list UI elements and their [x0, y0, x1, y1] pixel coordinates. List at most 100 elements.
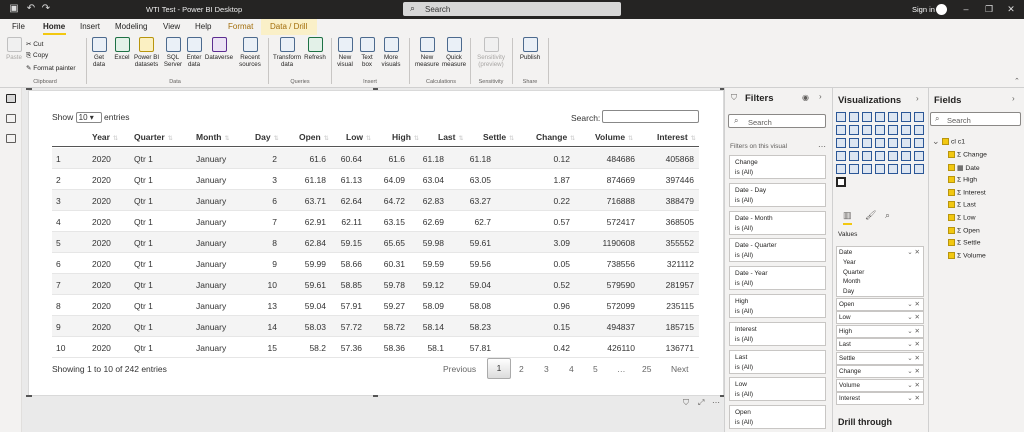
- checkbox-icon[interactable]: [948, 151, 955, 158]
- filter-card[interactable]: Date - Month is (All): [729, 210, 826, 235]
- visual-type-icon[interactable]: [888, 125, 898, 135]
- filter-card[interactable]: Low is (All): [729, 377, 826, 402]
- pagination-previous[interactable]: Previous: [443, 364, 476, 374]
- field-item[interactable]: Σ Low: [948, 214, 976, 221]
- value-well[interactable]: Last ⌄ ✕: [836, 338, 924, 351]
- col-header-last[interactable]: Last ⇅: [438, 132, 464, 142]
- col-header-day[interactable]: Day ⇅: [255, 132, 279, 142]
- col-header-open[interactable]: Open ⇅: [299, 132, 329, 142]
- pagination-page[interactable]: 5: [593, 364, 598, 374]
- remove-field-icon[interactable]: ⌄ ✕: [907, 367, 920, 375]
- sql-server-button[interactable]: SQL Server: [162, 37, 184, 68]
- pagination-page-current[interactable]: 1: [487, 358, 511, 379]
- visual-type-icon[interactable]: [901, 151, 911, 161]
- field-item[interactable]: Σ Settle: [948, 239, 980, 246]
- col-header-high[interactable]: High ⇅: [392, 132, 419, 142]
- visual-type-icon[interactable]: [836, 151, 846, 161]
- tab-file[interactable]: File: [12, 22, 25, 31]
- quick-measure-button[interactable]: Quick measure: [442, 37, 466, 68]
- col-header-year[interactable]: Year ⇅: [92, 132, 118, 142]
- visual-type-icon[interactable]: [875, 164, 885, 174]
- visual-type-icon[interactable]: [875, 151, 885, 161]
- fields-search-input[interactable]: ⌕ Search: [930, 112, 1021, 126]
- checkbox-icon[interactable]: [948, 164, 955, 172]
- table-row[interactable]: 8 2020 Qtr 1 January 13 59.04 57.91 59.27 58.09 5…: [52, 295, 699, 316]
- sign-in-link[interactable]: Sign in: [912, 5, 935, 14]
- filter-card[interactable]: Date - Day is (All): [729, 182, 826, 207]
- chevron-right-icon[interactable]: ›: [916, 94, 919, 103]
- visual-type-icon[interactable]: [901, 125, 911, 135]
- pagination-page[interactable]: 25: [642, 364, 651, 374]
- value-well[interactable]: Date ⌄ ✕ Year Quarter Month Day: [836, 246, 924, 297]
- save-icon[interactable]: ▣: [8, 3, 20, 15]
- tab-data-drill[interactable]: Data / Drill: [270, 22, 307, 31]
- table-row[interactable]: 5 2020 Qtr 1 January 8 62.84 59.15 65.65 59.98 59…: [52, 232, 699, 253]
- copy-button[interactable]: ⎘ Copy: [26, 52, 48, 60]
- table-row[interactable]: 7 2020 Qtr 1 January 10 59.61 58.85 59.78 59.12 5…: [52, 274, 699, 295]
- tab-home[interactable]: Home: [43, 22, 65, 31]
- analytics-icon[interactable]: ⌕: [885, 210, 890, 221]
- visual-type-icon[interactable]: [875, 125, 885, 135]
- col-header-quarter[interactable]: Quarter ⇅: [134, 132, 173, 142]
- close-icon[interactable]: ✕: [1005, 3, 1017, 15]
- checkbox-icon[interactable]: [948, 214, 955, 221]
- col-header-volume[interactable]: Volume ⇅: [595, 132, 633, 142]
- value-well[interactable]: High ⌄ ✕: [836, 324, 924, 338]
- new-measure-button[interactable]: New measure: [412, 37, 442, 68]
- filter-card[interactable]: Date - Year is (All): [729, 266, 826, 291]
- visual-type-icon[interactable]: [849, 125, 859, 135]
- visual-type-icon[interactable]: [862, 125, 872, 135]
- field-table[interactable]: cl c1: [942, 138, 965, 145]
- value-well[interactable]: Volume ⌄ ✕: [836, 378, 924, 392]
- table-row[interactable]: 9 2020 Qtr 1 January 14 58.03 57.72 58.72 58.14 5…: [52, 316, 699, 337]
- report-view-icon[interactable]: [6, 94, 16, 103]
- maximize-icon[interactable]: ❐: [983, 3, 995, 15]
- page-length-select[interactable]: 10 ▾: [75, 112, 102, 124]
- focus-mode-icon[interactable]: ⤢: [698, 398, 704, 408]
- tab-modeling[interactable]: Modeling: [115, 22, 147, 31]
- table-search-input[interactable]: [602, 110, 699, 123]
- field-item[interactable]: Σ Last: [948, 201, 976, 209]
- visual-type-icon[interactable]: [888, 138, 898, 148]
- redo-icon[interactable]: ↷: [40, 3, 52, 15]
- visual-type-icon[interactable]: [862, 164, 872, 174]
- value-well-child[interactable]: Day: [839, 287, 923, 297]
- dataverse-button[interactable]: Dataverse: [204, 37, 234, 61]
- value-well-child[interactable]: Year: [839, 258, 923, 268]
- filter-card[interactable]: Date - Quarter is (All): [729, 238, 826, 263]
- remove-field-icon[interactable]: ⌄ ✕: [907, 327, 920, 335]
- col-header-change[interactable]: Change ⇅: [536, 132, 575, 142]
- text-box-button[interactable]: Text box: [358, 37, 376, 68]
- remove-field-icon[interactable]: ⌄ ✕: [907, 300, 920, 308]
- undo-icon[interactable]: ↶: [25, 3, 37, 15]
- chevron-right-icon[interactable]: ›: [819, 92, 822, 101]
- format-painter-button[interactable]: ✎ Format painter: [26, 64, 76, 72]
- more-visuals-button[interactable]: More visuals: [378, 37, 404, 68]
- resize-handle[interactable]: [373, 88, 378, 90]
- col-header-interest[interactable]: Interest ⇅: [657, 132, 696, 142]
- pagination-page[interactable]: 2: [519, 364, 524, 374]
- pagination-next[interactable]: Next: [671, 364, 688, 374]
- more-options-icon[interactable]: ⋯: [712, 398, 720, 407]
- tab-help[interactable]: Help: [195, 22, 211, 31]
- field-item[interactable]: Σ Open: [948, 226, 980, 234]
- account-avatar[interactable]: [936, 4, 947, 15]
- pagination-page[interactable]: 3: [544, 364, 549, 374]
- refresh-button[interactable]: Refresh: [303, 37, 327, 61]
- checkbox-icon[interactable]: [948, 201, 955, 209]
- remove-field-icon[interactable]: ⌄ ✕: [907, 394, 920, 402]
- filter-card[interactable]: Last is (All): [729, 349, 826, 374]
- power-bi-datasets-button[interactable]: Power BI datasets: [133, 37, 160, 68]
- visual-type-icon[interactable]: [914, 125, 924, 135]
- fields-well-icon[interactable]: ▥: [843, 210, 852, 225]
- remove-field-icon[interactable]: ⌄ ✕: [907, 354, 920, 362]
- data-view-icon[interactable]: [6, 114, 16, 123]
- paste-button[interactable]: Paste: [4, 37, 24, 61]
- visual-type-icon[interactable]: [836, 138, 846, 148]
- visual-type-icon[interactable]: [849, 138, 859, 148]
- tab-view[interactable]: View: [163, 22, 180, 31]
- paint-roller-icon[interactable]: 🖌: [865, 210, 876, 221]
- enter-data-button[interactable]: Enter data: [185, 37, 203, 68]
- resize-handle[interactable]: [373, 395, 378, 397]
- visual-type-icon[interactable]: [888, 112, 898, 122]
